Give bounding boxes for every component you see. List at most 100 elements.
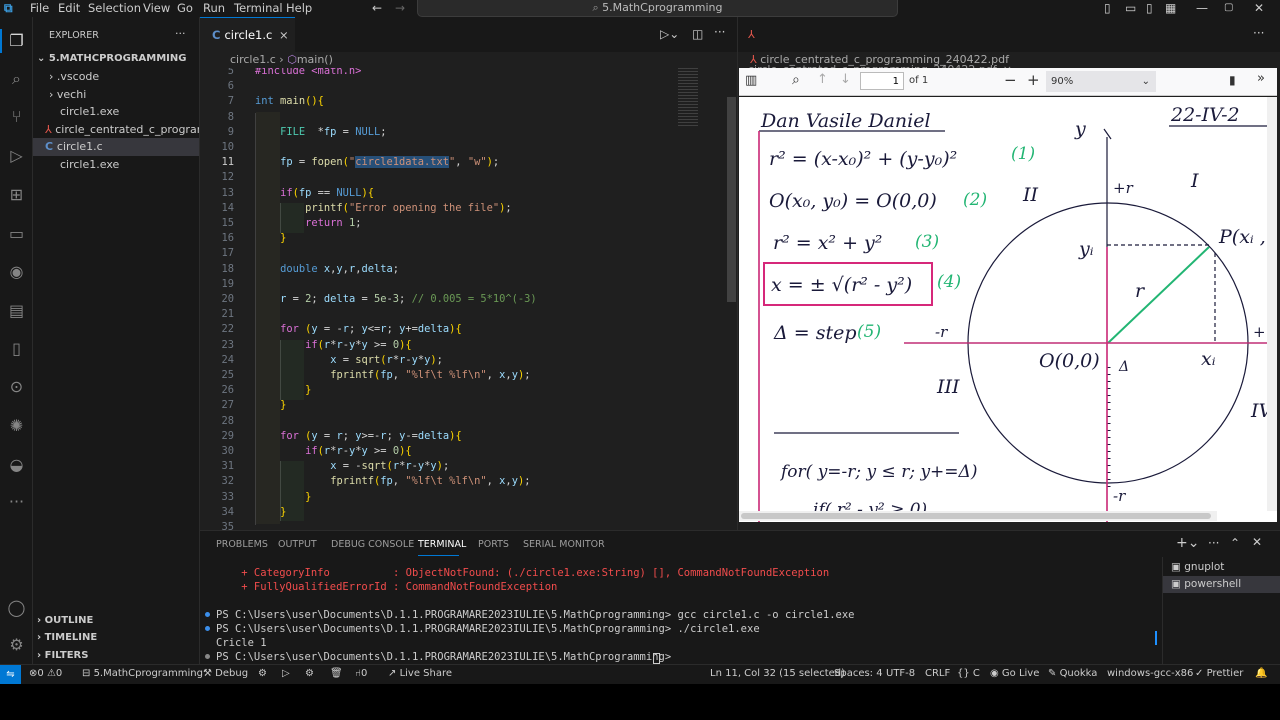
zoom-in-icon[interactable]: + bbox=[1027, 71, 1040, 89]
page-number-input[interactable] bbox=[860, 72, 904, 90]
compiler-status[interactable]: windows-gcc-x86 bbox=[1107, 668, 1193, 679]
terminal-item-gnuplot[interactable]: ▣ gnuplot bbox=[1163, 559, 1280, 576]
toggle-sidebar-icon[interactable]: ▯ bbox=[1104, 1, 1111, 15]
bookmark-icon[interactable]: ▮ bbox=[1229, 73, 1236, 87]
minimize-icon[interactable]: — bbox=[1196, 1, 1208, 15]
pdf-breadcrumb-label[interactable]: circle_centrated_c_programming_240422.pd… bbox=[760, 53, 1009, 66]
notifications-icon[interactable]: 🔔 bbox=[1255, 668, 1267, 679]
remote-explorer-icon[interactable]: ▭ bbox=[6, 223, 27, 244]
minimap[interactable] bbox=[676, 68, 726, 128]
tab-debug-console[interactable]: DEBUG CONSOLE bbox=[331, 539, 414, 550]
debug-status[interactable]: ⚒ Debug bbox=[203, 668, 248, 679]
manage-gear-icon[interactable]: ⚙ bbox=[6, 634, 27, 655]
go-live-status[interactable]: ◉ Go Live bbox=[990, 668, 1039, 679]
toggle-secondary-sidebar-icon[interactable]: ▯ bbox=[1146, 1, 1153, 15]
encoding-status[interactable]: UTF-8 bbox=[886, 668, 915, 679]
customize-layout-icon[interactable]: ▦ bbox=[1165, 1, 1176, 15]
menu-help[interactable]: Help bbox=[286, 1, 312, 15]
more-icon[interactable]: ··· bbox=[6, 491, 27, 512]
terminal-item-powershell[interactable]: ▣ powershell bbox=[1163, 576, 1280, 593]
toggle-panel-icon[interactable]: ▭ bbox=[1125, 1, 1136, 15]
problems-status[interactable]: ⊗0 ⚠0 bbox=[29, 668, 62, 679]
zoom-out-icon[interactable]: − bbox=[1004, 71, 1017, 89]
live-share-status[interactable]: ↗ Live Share bbox=[388, 668, 452, 679]
split-editor-icon[interactable]: ◫ bbox=[692, 27, 703, 41]
quokka-status[interactable]: ✎ Quokka bbox=[1048, 668, 1097, 679]
menu-terminal[interactable]: Terminal bbox=[234, 1, 283, 15]
run-status-icon[interactable]: ▷ bbox=[282, 668, 290, 679]
menu-run[interactable]: Run bbox=[203, 1, 225, 15]
prettier-status[interactable]: ✓ Prettier bbox=[1195, 668, 1243, 679]
account-icon[interactable]: ◯ bbox=[6, 597, 27, 618]
next-page-icon[interactable]: ↓ bbox=[840, 72, 851, 87]
tab-pdf[interactable]: ⅄ circle_centrated_c_programming_240422.… bbox=[738, 17, 1012, 76]
tab-output[interactable]: OUTPUT bbox=[278, 539, 317, 550]
tab-ports[interactable]: PORTS bbox=[478, 539, 509, 550]
indentation-status[interactable]: Spaces: 4 bbox=[834, 668, 883, 679]
pdf-more-icon[interactable]: ··· bbox=[1253, 26, 1264, 40]
menu-selection[interactable]: Selection bbox=[88, 1, 141, 15]
tree-item-vechi[interactable]: › vechi bbox=[33, 86, 199, 104]
debug-run-icon[interactable]: ⚙ bbox=[305, 668, 314, 679]
settings-sync-icon[interactable]: ✺ bbox=[6, 415, 27, 436]
filters-section[interactable]: › FILTERS bbox=[33, 647, 199, 665]
folder-header[interactable]: ⌄ 5.MATHCPROGRAMMING bbox=[33, 50, 199, 68]
pdf-page[interactable]: Dan Vasile Daniel 22-IV-2 r² = (x-x₀)² +… bbox=[739, 97, 1277, 522]
restore-icon[interactable]: ▢ bbox=[1224, 2, 1233, 13]
tab-circle1-c[interactable]: C circle1.c × bbox=[200, 17, 295, 52]
command-center[interactable]: ⌕ 5.MathCprogramming bbox=[417, 0, 898, 17]
menu-go[interactable]: Go bbox=[177, 1, 193, 15]
menu-edit[interactable]: Edit bbox=[58, 1, 80, 15]
panel-more-icon[interactable]: ··· bbox=[1208, 536, 1219, 550]
close-panel-icon[interactable]: ✕ bbox=[1252, 535, 1262, 549]
tree-item-circle1-exe-2[interactable]: circle1.exe bbox=[33, 156, 199, 174]
find-icon[interactable]: ⌕ bbox=[792, 72, 800, 88]
explorer-icon[interactable]: ❐ bbox=[6, 30, 27, 51]
tree-item-circle1-c[interactable]: C circle1.c bbox=[33, 138, 199, 156]
trash-icon[interactable]: 🗑 bbox=[330, 668, 343, 679]
new-terminal-icon[interactable]: +⌄ bbox=[1176, 535, 1199, 551]
device-icon[interactable]: ▯ bbox=[6, 338, 27, 359]
outline-section[interactable]: › OUTLINE bbox=[33, 612, 199, 630]
menu-view[interactable]: View bbox=[143, 1, 170, 15]
menu-file[interactable]: File bbox=[30, 1, 49, 15]
code-area[interactable]: 5 6 7 8 9 10 11 12 13 14 15 16 17 18 19 20 21 22 23 24 25 26 2… bbox=[200, 68, 737, 530]
maximize-panel-icon[interactable]: ⌃ bbox=[1230, 536, 1240, 550]
search-activity-icon[interactable]: ⌕ bbox=[6, 68, 27, 89]
close-window-icon[interactable]: ✕ bbox=[1254, 1, 1264, 15]
explorer-more-icon[interactable]: ··· bbox=[175, 27, 186, 40]
run-file-icon[interactable]: ▷⌄ bbox=[660, 27, 679, 41]
breadcrumb-symbol[interactable]: main() bbox=[297, 53, 333, 66]
editor-scrollbar-thumb[interactable] bbox=[727, 97, 736, 302]
docker-icon[interactable]: ◒ bbox=[6, 454, 27, 475]
previous-page-icon[interactable]: ↑ bbox=[817, 72, 828, 87]
extensions-icon[interactable]: ⊞ bbox=[6, 184, 27, 205]
tree-item-pdf[interactable]: ⅄ circle_centrated_c_program... bbox=[33, 121, 199, 139]
remote-indicator-icon[interactable]: ⇋ bbox=[0, 665, 21, 685]
tab-terminal[interactable]: TERMINAL bbox=[418, 539, 466, 550]
folder-status[interactable]: ⊟ 5.MathCprogramming bbox=[82, 668, 203, 679]
pdf-horizontal-scrollbar[interactable] bbox=[739, 511, 1217, 521]
tree-item-vscode[interactable]: › .vscode bbox=[33, 68, 199, 86]
forward-arrow-icon[interactable]: → bbox=[395, 1, 405, 15]
timeline-section[interactable]: › TIMELINE bbox=[33, 629, 199, 647]
language-status[interactable]: {} C bbox=[957, 668, 980, 679]
tree-item-circle1-exe[interactable]: circle1.exe bbox=[33, 103, 199, 121]
eol-status[interactable]: CRLF bbox=[925, 668, 950, 679]
zoom-select[interactable]: 90% ⌄ bbox=[1046, 71, 1156, 92]
settings-status-icon[interactable]: ⚙ bbox=[258, 668, 267, 679]
github-icon[interactable]: ◉ bbox=[6, 261, 27, 282]
pages-icon[interactable]: ▤ bbox=[6, 300, 27, 321]
close-tab-icon[interactable]: × bbox=[279, 18, 289, 52]
source-control-icon[interactable]: ⑂ bbox=[6, 106, 27, 127]
tab-problems[interactable]: PROBLEMS bbox=[216, 539, 268, 550]
toggle-sidebar-icon[interactable]: ▥ bbox=[745, 73, 757, 88]
tools-icon[interactable]: » bbox=[1257, 71, 1265, 86]
cursor-position[interactable]: Ln 11, Col 32 (15 selected) bbox=[710, 668, 845, 679]
ports-status[interactable]: ⑁0 bbox=[355, 668, 367, 679]
back-arrow-icon[interactable]: ← bbox=[372, 1, 382, 15]
breadcrumb-file[interactable]: circle1.c bbox=[230, 53, 276, 66]
pdf-vertical-scrollbar[interactable] bbox=[1267, 97, 1277, 511]
tab-serial-monitor[interactable]: SERIAL MONITOR bbox=[523, 539, 605, 550]
git-graph-icon[interactable]: ⊙ bbox=[6, 376, 27, 397]
